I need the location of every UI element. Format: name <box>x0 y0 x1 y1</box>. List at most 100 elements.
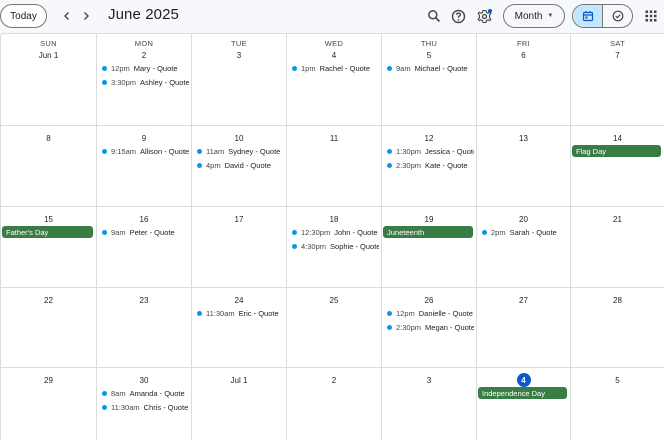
gear-icon[interactable] <box>475 6 495 26</box>
day-cell[interactable]: SUN Jun 1 <box>1 34 97 126</box>
all-day-event[interactable]: Juneteenth <box>383 226 473 238</box>
day-number[interactable]: 17 <box>192 215 286 224</box>
event-chip[interactable]: 11:30am Chris - Quote <box>102 401 189 413</box>
event-chip[interactable]: 4:30pm Sophie - Quote <box>292 240 379 252</box>
day-cell[interactable]: FRI 6 <box>477 34 571 126</box>
day-cell[interactable]: 12 1:30pm Jessica - Quote 2:30pm Kate - Quot… <box>382 126 477 207</box>
day-cell[interactable]: 25 <box>287 288 382 368</box>
day-cell[interactable]: 26 12pm Danielle - Quote 2:30pm Megan - Quot… <box>382 288 477 368</box>
search-icon[interactable] <box>424 6 444 26</box>
event-chip[interactable]: 9:15am Allison - Quote <box>102 145 189 157</box>
day-cell[interactable]: 22 <box>1 288 97 368</box>
day-cell[interactable]: WED 4 1pm Rachel - Quote <box>287 34 382 126</box>
event-chip[interactable]: 12:30pm John - Quote <box>292 226 379 238</box>
day-number[interactable]: 25 <box>287 296 381 305</box>
day-number[interactable]: 29 <box>1 376 96 385</box>
day-number[interactable]: 2 <box>287 376 381 385</box>
day-cell[interactable]: TUE 3 <box>192 34 287 126</box>
day-cell[interactable]: 13 <box>477 126 571 207</box>
day-number[interactable]: 7 <box>571 51 664 60</box>
day-cell[interactable]: 21 <box>571 207 664 288</box>
apps-grid-icon[interactable] <box>641 6 661 26</box>
day-cell[interactable]: 17 <box>192 207 287 288</box>
day-number[interactable]: Jun 1 <box>1 51 96 60</box>
day-number[interactable]: 20 <box>477 215 570 224</box>
day-cell[interactable]: 11 <box>287 126 382 207</box>
day-number[interactable]: Jul 1 <box>192 376 286 385</box>
day-number[interactable]: 3 <box>192 51 286 60</box>
day-cell[interactable]: 27 <box>477 288 571 368</box>
day-cell[interactable]: 30 8am Amanda - Quote 11:30am Chris - Quote <box>97 368 192 440</box>
day-cell[interactable]: 19 Juneteenth <box>382 207 477 288</box>
day-cell[interactable]: 15 Father's Day <box>1 207 97 288</box>
day-cell[interactable]: 20 2pm Sarah - Quote <box>477 207 571 288</box>
day-number[interactable]: 10 <box>192 134 286 143</box>
all-day-event[interactable]: Father's Day <box>2 226 93 238</box>
day-number[interactable]: 19 <box>382 215 476 224</box>
day-number[interactable]: 22 <box>1 296 96 305</box>
task-check-icon[interactable] <box>602 5 632 27</box>
calendar-icon[interactable] <box>573 5 602 27</box>
day-cell[interactable]: 2 <box>287 368 382 440</box>
today-button[interactable]: Today <box>0 4 47 28</box>
event-chip[interactable]: 8am Amanda - Quote <box>102 387 189 399</box>
all-day-event[interactable]: Flag Day <box>572 145 661 157</box>
day-cell[interactable]: 4 Independence Day <box>477 368 571 440</box>
event-chip[interactable]: 11am Sydney - Quote <box>197 145 284 157</box>
day-number[interactable]: 11 <box>287 134 381 143</box>
day-cell[interactable]: 24 11:30am Eric - Quote <box>192 288 287 368</box>
event-chip[interactable]: 12pm Danielle - Quote <box>387 307 474 319</box>
event-chip[interactable]: 12pm Mary - Quote <box>102 62 189 74</box>
view-select[interactable]: Month ▼ <box>503 4 565 28</box>
today-indicator[interactable]: 4 <box>516 373 531 387</box>
help-icon[interactable] <box>448 6 468 26</box>
day-number[interactable]: 18 <box>287 215 381 224</box>
day-cell[interactable]: 8 <box>1 126 97 207</box>
event-chip[interactable]: 2pm Sarah - Quote <box>482 226 568 238</box>
day-cell[interactable]: 3 <box>382 368 477 440</box>
day-cell[interactable]: MON 2 12pm Mary - Quote 3:30pm Ashley - Quote <box>97 34 192 126</box>
day-number[interactable]: 6 <box>477 51 570 60</box>
day-cell[interactable]: 23 <box>97 288 192 368</box>
event-chip[interactable]: 11:30am Eric - Quote <box>197 307 284 319</box>
event-chip[interactable]: 9am Michael - Quote <box>387 62 474 74</box>
day-number[interactable]: 15 <box>1 215 96 224</box>
day-cell[interactable]: 28 <box>571 288 664 368</box>
day-number[interactable]: 2 <box>97 51 191 60</box>
day-number[interactable]: 21 <box>571 215 664 224</box>
day-cell[interactable]: Jul 1 <box>192 368 287 440</box>
day-cell[interactable]: 10 11am Sydney - Quote 4pm David - Quote <box>192 126 287 207</box>
day-number[interactable]: 8 <box>1 134 96 143</box>
day-cell[interactable]: 16 9am Peter - Quote <box>97 207 192 288</box>
day-number[interactable]: 13 <box>477 134 570 143</box>
day-number[interactable]: 23 <box>97 296 191 305</box>
day-number[interactable]: 26 <box>382 296 476 305</box>
day-number[interactable]: 14 <box>571 134 664 143</box>
day-cell[interactable]: 18 12:30pm John - Quote 4:30pm Sophie - Quot… <box>287 207 382 288</box>
day-cell[interactable]: THU 5 9am Michael - Quote <box>382 34 477 126</box>
day-number[interactable]: 16 <box>97 215 191 224</box>
day-cell[interactable]: 5 <box>571 368 664 440</box>
event-chip[interactable]: 4pm David - Quote <box>197 159 284 171</box>
all-day-event[interactable]: Independence Day <box>478 387 567 399</box>
day-number[interactable]: 28 <box>571 296 664 305</box>
day-cell[interactable]: 14 Flag Day <box>571 126 664 207</box>
event-chip[interactable]: 9am Peter - Quote <box>102 226 189 238</box>
day-number[interactable]: 3 <box>382 376 476 385</box>
day-number[interactable]: 5 <box>382 51 476 60</box>
event-chip[interactable]: 3:30pm Ashley - Quote <box>102 76 189 88</box>
event-chip[interactable]: 1pm Rachel - Quote <box>292 62 379 74</box>
day-number[interactable]: 30 <box>97 376 191 385</box>
day-cell[interactable]: SAT 7 <box>571 34 664 126</box>
day-number[interactable]: 4 <box>287 51 381 60</box>
chevron-left-icon[interactable] <box>59 7 75 25</box>
day-number[interactable]: 5 <box>571 376 664 385</box>
day-cell[interactable]: 29 <box>1 368 97 440</box>
event-chip[interactable]: 2:30pm Megan - Quote <box>387 321 474 333</box>
day-number[interactable]: 24 <box>192 296 286 305</box>
day-number[interactable]: 9 <box>97 134 191 143</box>
day-number[interactable]: 27 <box>477 296 570 305</box>
event-chip[interactable]: 2:30pm Kate - Quote <box>387 159 474 171</box>
chevron-right-icon[interactable] <box>78 7 94 25</box>
day-cell[interactable]: 9 9:15am Allison - Quote <box>97 126 192 207</box>
